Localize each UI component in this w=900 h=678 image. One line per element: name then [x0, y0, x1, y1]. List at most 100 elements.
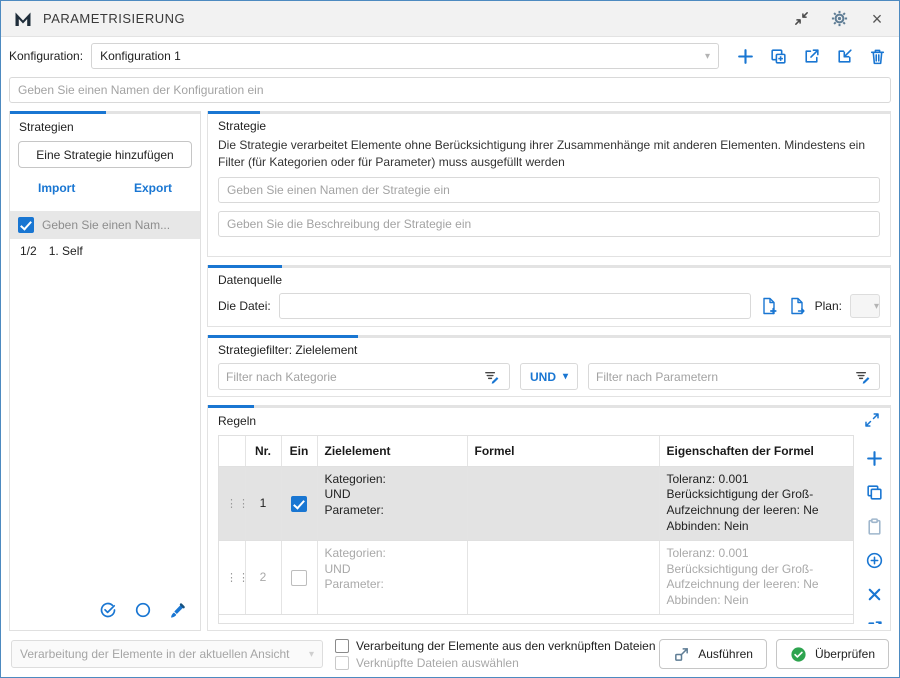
- category-filter-input[interactable]: [226, 370, 476, 384]
- chevron-down-icon: ▾: [705, 51, 710, 62]
- rule-target: Kategorien: UND Parameter:: [317, 466, 467, 540]
- brush-icon[interactable]: [168, 600, 188, 620]
- strategy-name-input[interactable]: [218, 177, 880, 203]
- strategy-section-title: Strategie: [208, 114, 890, 136]
- collapse-window-icon[interactable]: [791, 9, 811, 29]
- circle-icon[interactable]: [133, 600, 153, 620]
- drag-handle[interactable]: ⋮⋮: [226, 498, 250, 510]
- duplicate-configuration-icon[interactable]: [768, 46, 788, 66]
- strategy-filter-section: Strategiefilter: Zielelement UND: [207, 335, 891, 397]
- select-linked-files-label: Verknüpfte Dateien auswählen: [356, 656, 519, 670]
- export-rule-icon[interactable]: [865, 619, 884, 624]
- app-logo-icon: [13, 9, 33, 29]
- rule-row[interactable]: ⋮⋮ 1 Kategorien: UND Parameter: Toleranz…: [219, 466, 853, 540]
- configuration-label: Konfiguration:: [9, 49, 83, 63]
- export-configuration-icon[interactable]: [801, 46, 821, 66]
- close-icon[interactable]: ×: [867, 9, 887, 29]
- rule-enabled-checkbox[interactable]: [291, 570, 307, 586]
- configuration-name-input[interactable]: [9, 77, 891, 103]
- linked-files-processing-checkbox[interactable]: [335, 639, 349, 653]
- footer-checkboxes: Verarbeitung der Elemente aus den verknü…: [335, 639, 647, 670]
- drag-column-header: [219, 436, 245, 466]
- run-button[interactable]: Ausführen: [659, 639, 767, 669]
- copy-rule-icon[interactable]: [865, 483, 884, 502]
- plan-label: Plan:: [815, 299, 842, 313]
- export-link[interactable]: Export: [134, 181, 172, 195]
- strategy-list-item[interactable]: Geben Sie einen Nam... 1/2 1. Self: [10, 211, 200, 260]
- plan-select[interactable]: ▾: [850, 294, 880, 318]
- target-column-header: Zielelement: [317, 436, 467, 466]
- window-title: PARAMETRISIERUNG: [43, 11, 185, 26]
- rules-toolbar: [862, 435, 886, 624]
- strategy-item-index: 1/2: [20, 244, 37, 258]
- filter-edit-icon[interactable]: [482, 367, 502, 387]
- rule-formula: [467, 466, 659, 540]
- rule-enabled-checkbox[interactable]: [291, 496, 307, 512]
- strategy-item-name: 1. Self: [49, 244, 83, 258]
- rules-header-row: Nr. Ein Zielelement Formel Eigenschaften…: [219, 436, 853, 466]
- rules-table: Nr. Ein Zielelement Formel Eigenschaften…: [218, 435, 854, 624]
- select-linked-files-checkbox[interactable]: [335, 656, 349, 670]
- run-icon: [673, 646, 690, 663]
- nr-column-header: Nr.: [245, 436, 281, 466]
- rule-nr: 2: [245, 540, 281, 614]
- add-configuration-icon[interactable]: [735, 46, 755, 66]
- settings-gear-icon[interactable]: [829, 9, 849, 29]
- configuration-select-value: Konfiguration 1: [100, 49, 181, 63]
- strategy-description-input[interactable]: [218, 211, 880, 237]
- enabled-column-header: Ein: [281, 436, 317, 466]
- linked-files-processing-label: Verarbeitung der Elemente aus den verknü…: [356, 639, 656, 653]
- drag-handle[interactable]: ⋮⋮: [226, 572, 250, 584]
- filter-operator-select[interactable]: UND ▾: [520, 363, 578, 390]
- add-file-icon[interactable]: [759, 296, 779, 316]
- rules-section: Regeln: [207, 405, 891, 631]
- content-column: Strategie Die Strategie verarbeitet Elem…: [207, 111, 891, 631]
- sidebar-footer-icons: [10, 590, 200, 630]
- strategy-section: Strategie Die Strategie verarbeitet Elem…: [207, 111, 891, 257]
- rule-nr: 1: [245, 466, 281, 540]
- main-area: Strategien Eine Strategie hinzufügen Imp…: [1, 111, 899, 631]
- file-label: Die Datei:: [218, 299, 271, 313]
- processing-mode-value: Verarbeitung der Elemente in der aktuell…: [20, 647, 290, 661]
- strategy-enabled-checkbox[interactable]: [18, 217, 34, 233]
- rule-props: Toleranz: 0.001 Berücksichtigung der Gro…: [659, 466, 853, 540]
- configuration-select[interactable]: Konfiguration 1 ▾: [91, 43, 719, 69]
- props-column-header: Eigenschaften der Formel: [659, 436, 853, 466]
- processing-mode-select[interactable]: Verarbeitung der Elemente in der aktuell…: [11, 640, 323, 668]
- detach-file-icon[interactable]: [787, 296, 807, 316]
- delete-configuration-icon[interactable]: [867, 46, 887, 66]
- add-strategy-button[interactable]: Eine Strategie hinzufügen: [18, 141, 192, 168]
- verify-all-icon[interactable]: [98, 600, 118, 620]
- parameter-filter-field: [588, 363, 880, 390]
- configuration-row: Konfiguration: Konfiguration 1 ▾: [1, 37, 899, 73]
- delete-rule-icon[interactable]: [865, 585, 884, 604]
- import-configuration-icon[interactable]: [834, 46, 854, 66]
- expand-icon[interactable]: [864, 412, 882, 430]
- import-link[interactable]: Import: [38, 181, 75, 195]
- strategies-panel: Strategien Eine Strategie hinzufügen Imp…: [9, 111, 201, 631]
- add-rule-icon[interactable]: [865, 449, 884, 468]
- chevron-down-icon: ▾: [874, 301, 879, 312]
- parameter-filter-input[interactable]: [596, 370, 846, 384]
- rules-section-title: Regeln: [218, 414, 256, 428]
- strategy-item-label: Geben Sie einen Nam...: [42, 218, 170, 232]
- file-path-input[interactable]: [279, 293, 751, 319]
- filter-section-title: Strategiefilter: Zielelement: [208, 338, 890, 360]
- run-button-label: Ausführen: [698, 647, 753, 661]
- add-circle-icon[interactable]: [865, 551, 884, 570]
- footer-bar: Verarbeitung der Elemente in der aktuell…: [1, 631, 899, 677]
- rule-row[interactable]: ⋮⋮ 2 Kategorien: UND Parameter: Toleranz…: [219, 540, 853, 614]
- import-export-links: Import Export: [10, 172, 200, 203]
- chevron-down-icon: ▾: [563, 371, 568, 382]
- formula-column-header: Formel: [467, 436, 659, 466]
- parametrisierung-window: PARAMETRISIERUNG × Konfiguratio: [0, 0, 900, 678]
- datasource-section: Datenquelle Die Datei: Plan:: [207, 265, 891, 327]
- strategy-description: Die Strategie verarbeitet Elemente ohne …: [208, 136, 890, 177]
- filter-edit-icon[interactable]: [852, 367, 872, 387]
- rule-target: Kategorien: UND Parameter:: [317, 540, 467, 614]
- rule-formula: [467, 540, 659, 614]
- strategies-title: Strategien: [10, 114, 200, 137]
- chevron-down-icon: ▾: [309, 649, 314, 660]
- paste-rule-icon[interactable]: [865, 517, 884, 536]
- verify-button[interactable]: Überprüfen: [776, 639, 889, 669]
